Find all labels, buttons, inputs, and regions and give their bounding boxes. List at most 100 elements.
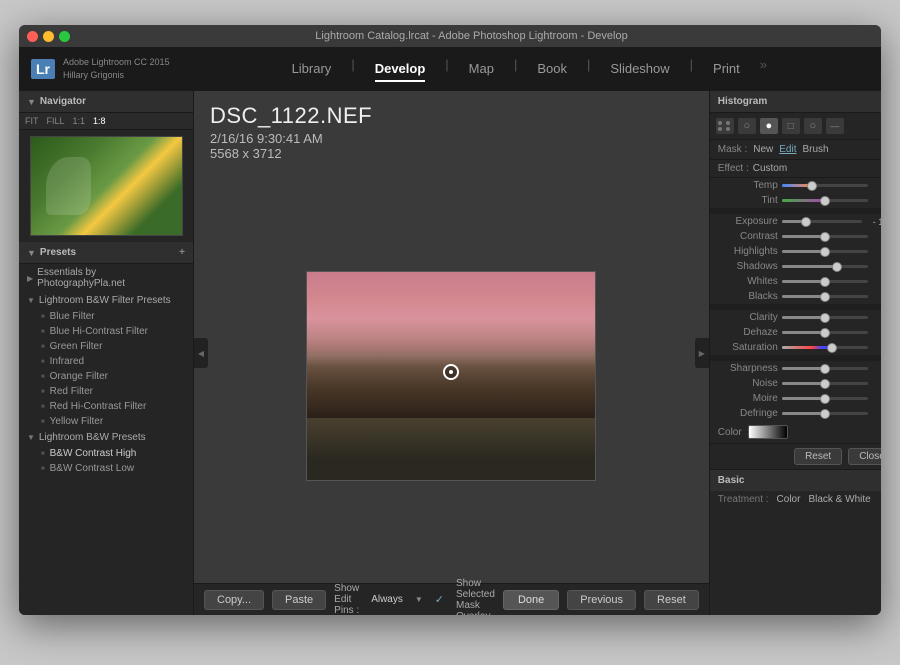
lr-icon: Lr	[31, 59, 55, 79]
collapse-right-panel-button[interactable]: ▶	[695, 338, 709, 368]
photo-main[interactable]	[306, 271, 596, 481]
app-logo: Lr Adobe Lightroom CC 2015 Hillary Grigo…	[31, 56, 170, 81]
nav-slideshow[interactable]: Slideshow	[610, 57, 669, 82]
reset-local-button[interactable]: Reset	[794, 448, 842, 465]
mask-brush-button[interactable]: Brush	[802, 144, 828, 155]
navigator-triangle: ▼	[27, 97, 36, 107]
right-panel: Histogram ◀ ○ ● □ ○ —	[709, 91, 881, 615]
done-button[interactable]: Done	[503, 590, 559, 610]
temp-slider-track[interactable]	[782, 184, 868, 187]
rect-tool-icon[interactable]: □	[782, 118, 800, 134]
temp-label: Temp	[718, 180, 778, 191]
treatment-bw[interactable]: Black & White	[808, 494, 870, 505]
navigator-label: Navigator	[40, 96, 185, 107]
reset-develop-button[interactable]: Reset	[644, 590, 699, 610]
sharpness-slider-track[interactable]	[782, 367, 868, 370]
noise-slider-track[interactable]	[782, 382, 868, 385]
grid-tool-icon[interactable]	[716, 118, 734, 134]
saturation-slider-track[interactable]	[782, 346, 868, 349]
eye-tool-icon[interactable]: —	[826, 118, 844, 134]
adjust-tool-icon[interactable]: ●	[760, 118, 778, 134]
exposure-slider-track[interactable]	[782, 220, 862, 223]
shadows-slider-track[interactable]	[782, 265, 868, 268]
preset-group-bw-presets[interactable]: ▼ Lightroom B&W Presets	[19, 429, 193, 446]
saturation-label: Saturation	[718, 342, 778, 353]
shadows-label: Shadows	[718, 261, 778, 272]
preset-group-bw-presets-label: Lightroom B&W Presets	[39, 432, 146, 443]
preset-red-hi-contrast[interactable]: Red Hi-Contrast Filter	[19, 399, 193, 414]
nav-library[interactable]: Library	[292, 57, 332, 82]
nav-print[interactable]: Print	[713, 57, 740, 82]
color-swatch[interactable]	[748, 425, 788, 439]
preset-blue-hi-contrast[interactable]: Blue Hi-Contrast Filter	[19, 324, 193, 339]
contrast-slider-track[interactable]	[782, 235, 868, 238]
zoom-1-8[interactable]: 1:8	[93, 116, 106, 126]
highlights-slider-row: Highlights 0	[710, 244, 881, 259]
close-local-button[interactable]: Close	[848, 448, 881, 465]
tint-slider-track[interactable]	[782, 199, 868, 202]
collapse-left-panel-button[interactable]: ◀	[194, 338, 208, 368]
show-overlay-label[interactable]: Show Selected Mask Overlay	[456, 578, 495, 616]
clarity-slider-track[interactable]	[782, 316, 868, 319]
traffic-lights	[27, 31, 70, 42]
mask-edit-button[interactable]: Edit	[779, 144, 796, 155]
main-layout: ▼ Navigator FIT FILL 1:1 1:8 ▼ Presets +…	[19, 91, 881, 615]
preset-orange-filter[interactable]: Orange Filter	[19, 369, 193, 384]
image-canvas[interactable]	[194, 169, 709, 583]
noise-value: 0	[872, 379, 881, 389]
navigator-thumbnail[interactable]	[30, 136, 183, 236]
preset-group-essentials[interactable]: ▶ Essentials by PhotographyPla.net	[19, 264, 193, 292]
mask-pin[interactable]	[443, 364, 459, 380]
color-label: Color	[718, 427, 742, 438]
contrast-label: Contrast	[718, 231, 778, 242]
whites-label: Whites	[718, 276, 778, 287]
preset-infrared[interactable]: Infrared	[19, 354, 193, 369]
dehaze-slider-track[interactable]	[782, 331, 868, 334]
zoom-1-1[interactable]: 1:1	[73, 116, 86, 126]
nav-map[interactable]: Map	[469, 57, 494, 82]
zoom-fit[interactable]: FIT	[25, 116, 39, 126]
highlights-slider-track[interactable]	[782, 250, 868, 253]
presets-label: Presets	[40, 247, 179, 258]
add-preset-button[interactable]: +	[179, 247, 185, 258]
whites-slider-row: Whites 0	[710, 274, 881, 289]
close-window-button[interactable]	[27, 31, 38, 42]
circle-tool-icon[interactable]: ○	[804, 118, 822, 134]
noise-label: Noise	[718, 378, 778, 389]
mask-new-button[interactable]: New	[753, 144, 773, 155]
preset-red-filter[interactable]: Red Filter	[19, 384, 193, 399]
paste-button[interactable]: Paste	[272, 590, 326, 610]
left-panel: ▼ Navigator FIT FILL 1:1 1:8 ▼ Presets +…	[19, 91, 194, 615]
bottom-center-controls: Show Edit Pins : Always ▼ ✓ Show Selecte…	[334, 578, 495, 616]
panel-footer-buttons: Reset Close	[710, 443, 881, 469]
previous-button[interactable]: Previous	[567, 590, 636, 610]
crop-tool-icon[interactable]: ○	[738, 118, 756, 134]
maximize-window-button[interactable]	[59, 31, 70, 42]
right-panel-inner: ○ ● □ ○ — Mask : New Edit Brush Effect :…	[710, 113, 881, 615]
preset-yellow-filter[interactable]: Yellow Filter	[19, 414, 193, 429]
preset-group-bw-filter[interactable]: ▼ Lightroom B&W Filter Presets	[19, 292, 193, 309]
thumbnail-image	[31, 137, 182, 235]
preset-bw-contrast-high[interactable]: B&W Contrast High	[19, 446, 193, 461]
nav-develop[interactable]: Develop	[375, 57, 426, 82]
zoom-fill[interactable]: FILL	[47, 116, 65, 126]
treatment-color[interactable]: Color	[777, 494, 801, 505]
preset-green-filter[interactable]: Green Filter	[19, 339, 193, 354]
defringe-value: 0	[872, 409, 881, 419]
blacks-label: Blacks	[718, 291, 778, 302]
group-arrow-essentials: ▶	[27, 274, 33, 283]
preset-bw-contrast-low[interactable]: B&W Contrast Low	[19, 461, 193, 476]
minimize-window-button[interactable]	[43, 31, 54, 42]
contrast-slider-row: Contrast 0	[710, 229, 881, 244]
sharpness-slider-row: Sharpness 0	[710, 361, 881, 376]
whites-slider-track[interactable]	[782, 280, 868, 283]
defringe-slider-track[interactable]	[782, 412, 868, 415]
moire-slider-track[interactable]	[782, 397, 868, 400]
always-dropdown[interactable]: Always	[371, 594, 403, 605]
nav-book[interactable]: Book	[537, 57, 567, 82]
temp-value: -43	[872, 181, 881, 191]
preset-blue-filter[interactable]: Blue Filter	[19, 309, 193, 324]
blacks-slider-track[interactable]	[782, 295, 868, 298]
exposure-label: Exposure	[718, 216, 778, 227]
copy-button[interactable]: Copy...	[204, 590, 264, 610]
